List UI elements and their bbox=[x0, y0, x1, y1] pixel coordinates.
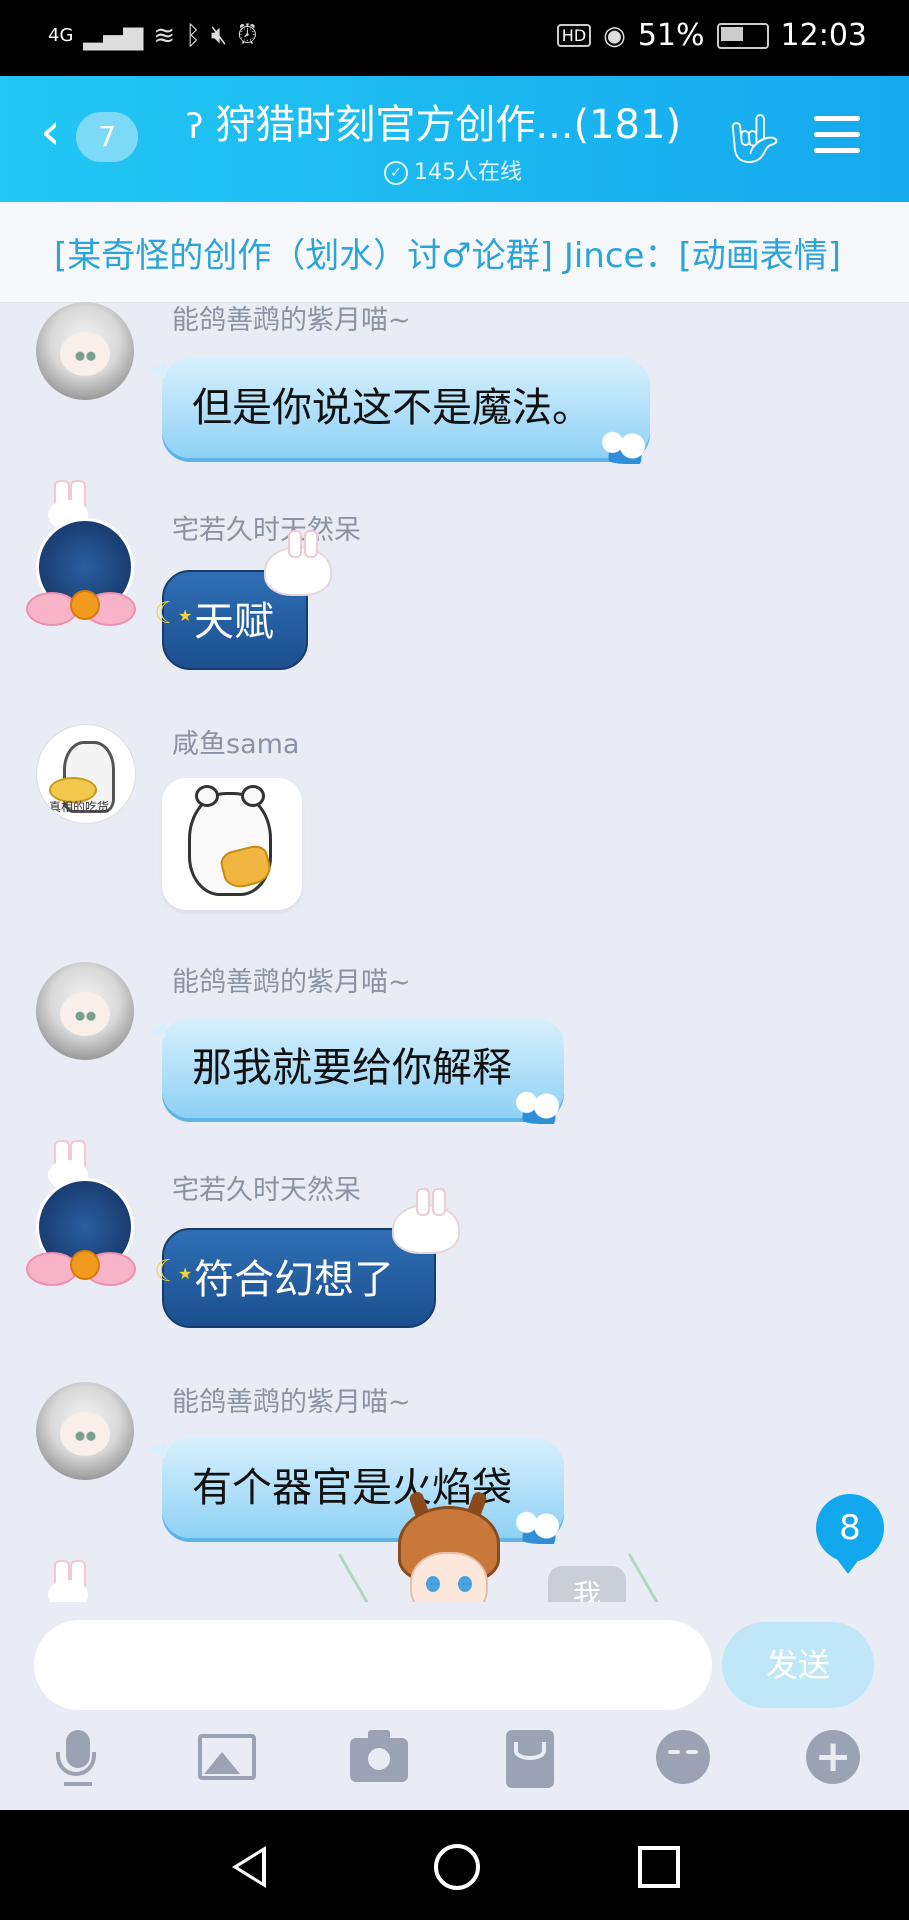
system-nav-bar bbox=[0, 1810, 909, 1920]
star-icon: ★ bbox=[178, 606, 193, 625]
message-bubble[interactable]: 那我就要给你解释 bbox=[148, 1018, 570, 1124]
status-bar: 4G ▂▄▆ ≋ ᛒ 🔇︎ ⏰︎ HD ◉ 51% 12:03 bbox=[0, 0, 909, 76]
image-icon[interactable] bbox=[198, 1728, 258, 1788]
sender-name: 宅若久时天然呆 bbox=[172, 1175, 361, 1206]
message-bubble[interactable]: ☾ 天赋 ★ bbox=[154, 530, 332, 670]
avatar[interactable]: 真相的吃货 bbox=[36, 724, 136, 824]
avatar-caption: 真相的吃货 bbox=[49, 800, 110, 814]
chat-header: ‹ 7 ʔ 狩猎时刻官方创作...(181) ✓ 145人在线 🤟︎ bbox=[0, 76, 909, 202]
moon-icon: ☾ bbox=[154, 1254, 181, 1289]
mic-icon[interactable] bbox=[48, 1728, 108, 1788]
group-title: 狩猎时刻官方创作...(181) bbox=[215, 102, 682, 148]
nav-recents-icon[interactable] bbox=[638, 1846, 680, 1888]
message-text: 天赋 bbox=[194, 599, 274, 645]
ear-icon: ʔ bbox=[186, 107, 204, 147]
sticker-message[interactable] bbox=[162, 778, 302, 910]
leaf-decoration-icon bbox=[627, 1533, 696, 1607]
latest-message-text: [某奇怪的创作（划水）讨♂论群] Jince：[动画表情] bbox=[54, 236, 841, 276]
composer: 发送 + bbox=[0, 1602, 909, 1810]
sender-name: 能鸽善鹉的紫月喵~ bbox=[172, 967, 411, 998]
rabbit-sticker-icon bbox=[392, 1188, 460, 1254]
sender-name: 咸鱼sama bbox=[172, 729, 300, 760]
mute-icon: 🔇︎ bbox=[210, 20, 228, 50]
latest-message-bar[interactable]: [某奇怪的创作（划水）讨♂论群] Jince：[动画表情] bbox=[0, 202, 909, 303]
battery-percent: 51% bbox=[637, 18, 705, 53]
unread-count-badge[interactable]: 7 bbox=[76, 112, 138, 162]
avatar[interactable] bbox=[36, 302, 134, 400]
carrot-icon bbox=[70, 1250, 100, 1280]
signal-icon: ▂▄▆ bbox=[83, 20, 144, 51]
new-messages-badge[interactable]: 8 bbox=[816, 1494, 884, 1574]
sender-name: 能鸽善鹉的紫月喵~ bbox=[172, 1387, 411, 1418]
message-text: 符合幻想了 bbox=[194, 1257, 394, 1303]
wifi-icon: ≋ bbox=[153, 20, 176, 51]
message-bubble[interactable]: 但是你说这不是魔法。 bbox=[148, 358, 656, 464]
hand-gesture-icon[interactable]: 🤟︎ bbox=[724, 110, 785, 167]
star-icon: ★ bbox=[178, 1264, 193, 1283]
back-chevron-icon[interactable]: ‹ bbox=[40, 106, 61, 158]
online-count: 145人在线 bbox=[414, 160, 522, 185]
network-type: 4G bbox=[48, 25, 74, 46]
avatar[interactable] bbox=[36, 962, 134, 1060]
nav-home-icon[interactable] bbox=[434, 1844, 480, 1890]
rabbit-sticker-icon bbox=[264, 530, 332, 596]
battery-icon bbox=[716, 22, 769, 49]
send-button[interactable]: 发送 bbox=[722, 1622, 874, 1708]
menu-icon[interactable] bbox=[814, 116, 860, 164]
emoji-icon[interactable] bbox=[654, 1728, 714, 1788]
message-bubble[interactable]: ☾ 符合幻想了 ★ bbox=[154, 1188, 460, 1328]
alarm-icon: ⏰︎ bbox=[237, 20, 258, 50]
carrot-icon bbox=[70, 590, 100, 620]
sender-name: 能鸽善鹉的紫月喵~ bbox=[172, 305, 411, 336]
camera-icon[interactable] bbox=[350, 1728, 410, 1788]
eye-comfort-icon: ◉ bbox=[603, 20, 626, 51]
status-icons-left: 4G ▂▄▆ ≋ ᛒ 🔇︎ ⏰︎ bbox=[48, 20, 257, 51]
hd-badge: HD bbox=[556, 24, 592, 47]
clock: 12:03 bbox=[780, 18, 867, 53]
message-bubble[interactable]: 有个器官是火焰袋 bbox=[148, 1438, 570, 1544]
status-icons-right: HD ◉ 51% 12:03 bbox=[556, 18, 867, 53]
check-circle-icon: ✓ bbox=[384, 161, 408, 185]
message-input[interactable] bbox=[34, 1620, 712, 1710]
nav-back-icon[interactable] bbox=[232, 1846, 266, 1888]
group-title-row[interactable]: ʔ 狩猎时刻官方创作...(181) bbox=[186, 92, 706, 150]
bluetooth-icon: ᛒ bbox=[185, 20, 201, 51]
sender-name: 宅若久时天然呆 bbox=[172, 515, 361, 546]
online-status: ✓ 145人在线 bbox=[384, 154, 522, 186]
plus-icon[interactable]: + bbox=[804, 1728, 864, 1788]
composer-toolbar: + bbox=[0, 1728, 909, 1808]
red-packet-icon[interactable] bbox=[502, 1728, 562, 1788]
moon-icon: ☾ bbox=[154, 596, 181, 631]
avatar[interactable] bbox=[36, 1382, 134, 1480]
